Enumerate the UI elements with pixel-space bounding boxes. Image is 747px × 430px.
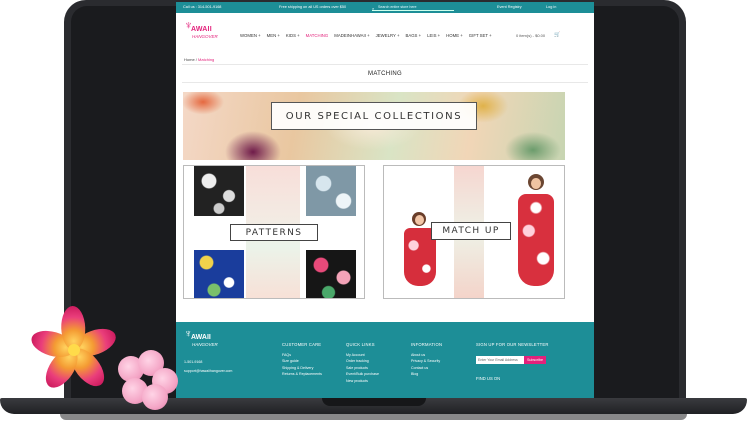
pattern-swatch-grey [306,166,356,216]
footer-link-account[interactable]: My Account [346,353,379,357]
nav-item-jewelry[interactable]: JEWELRY + [373,33,403,38]
pattern-swatch-blue [194,250,244,298]
nav-item-women[interactable]: WOMEN + [237,33,264,38]
page-title: MATCHING [368,71,402,77]
site-logo[interactable]: ♆ AWAII HANGOVER [184,19,220,43]
browser-screen: Call us : 314-501-9168 Free shipping on … [176,2,594,398]
footer-logo-word-1: AWAII [191,334,211,341]
footer-link-tracking[interactable]: Order tracking [346,359,379,363]
footer-logo-word-2: HANGOVER [192,342,218,347]
footer-link-privacy[interactable]: Privacy & Security [411,359,442,363]
main-nav: WOMEN + MEN + KIDS + MATCHING MADEINHAWA… [237,33,495,38]
quick-links-column: QUICK LINKS My Account Order tracking Sa… [346,342,379,385]
login-link[interactable]: Log in [546,5,556,9]
newsletter-email-input[interactable]: Enter Your Email Address [476,356,524,364]
footer-link-contact[interactable]: Contact us [411,366,442,370]
footer-link-sale[interactable]: Sale products [346,366,379,370]
nav-item-kids[interactable]: KIDS + [283,33,303,38]
banner-title: OUR SPECIAL COLLECTIONS [285,111,463,122]
nav-item-gift-set[interactable]: GIFT SET + [466,33,495,38]
match-up-collection-card[interactable]: MATCH UP [383,165,565,299]
column-title: QUICK LINKS [346,342,375,347]
nav-item-home[interactable]: HOME + [443,33,466,38]
banner-title-box: OUR SPECIAL COLLECTIONS [271,102,477,130]
search-placeholder: Search entire store here [378,5,417,9]
top-bar: Call us : 314-501-9168 Free shipping on … [176,2,594,13]
information-column: INFORMATION About us Privacy & Security … [411,342,442,379]
subscribe-button[interactable]: Subscribe [524,356,546,364]
nav-item-men[interactable]: MEN + [264,33,283,38]
footer-link-new[interactable]: New products [346,379,379,383]
footer-link-shipping[interactable]: Shipping & Delivery [282,366,322,370]
nav-item-matching[interactable]: MATCHING [303,33,332,38]
breadcrumb-current: Matching [198,57,215,62]
cart-summary[interactable]: 0 item(s) - $0.00 🛒 [516,32,560,38]
logo-word-1: AWAII [191,26,212,33]
nav-item-madeinhawaii[interactable]: MADEINHAWAII + [331,33,372,38]
site-footer: ♆ AWAII HANGOVER 1-501-9168 support@hawa… [176,322,594,398]
cart-label: 0 item(s) - $0.00 [516,33,546,38]
special-collections-banner[interactable]: OUR SPECIAL COLLECTIONS [183,92,565,160]
nav-item-leis[interactable]: LEIS + [424,33,443,38]
site-header: ♆ AWAII HANGOVER WOMEN + MEN + KIDS + MA… [176,13,594,51]
footer-link-bulk[interactable]: Event/Bulk purchase [346,372,379,376]
newsletter-title: SIGN UP FOR OUR NEWSLETTER [476,342,549,347]
divider [182,82,588,83]
footer-phone[interactable]: 1-501-9168 [184,360,202,364]
search-input[interactable]: ⌕ Search entire store here [372,4,454,11]
event-registry-link[interactable]: Event Registry [497,5,522,9]
footer-link-size-guide[interactable]: Size guide [282,359,322,363]
breadcrumb-home[interactable]: Home [184,57,195,62]
divider [182,64,588,65]
footer-email[interactable]: support@hawaiihangover.com [184,369,232,373]
logo-word-2: HANGOVER [192,34,218,39]
woman-model-image [512,174,558,298]
cart-icon[interactable]: 🛒 [554,32,560,38]
free-shipping-text: Free shipping on all US orders over $50 [279,5,347,9]
footer-link-returns[interactable]: Returns & Replacements [282,372,322,376]
patterns-collection-card[interactable]: PATTERNS [183,165,365,299]
column-title: CUSTOMER CARE [282,342,322,347]
pink-flower-decoration [112,348,182,414]
laptop-shadow [60,414,687,420]
patterns-label: PATTERNS [230,224,318,241]
breadcrumb: Home / Matching [184,57,214,62]
call-us-text: Call us : 314-501-9168 [183,5,222,9]
footer-link-faqs[interactable]: FAQs [282,353,322,357]
breadcrumb-separator: / [195,57,197,62]
pattern-swatch-black-floral [306,250,356,298]
newsletter-column: SIGN UP FOR OUR NEWSLETTER [476,342,549,353]
laptop-notch [322,398,426,406]
footer-link-blog[interactable]: Blog [411,372,442,376]
find-us-heading: FIND US ON [476,376,501,381]
match-up-label: MATCH UP [431,222,511,240]
search-icon[interactable]: ⌕ [372,5,374,12]
column-title: INFORMATION [411,342,443,347]
customer-care-column: CUSTOMER CARE FAQs Size guide Shipping &… [282,342,322,379]
pattern-swatch-black [194,166,244,216]
nav-item-bags[interactable]: BAGS + [402,33,424,38]
footer-link-about[interactable]: About us [411,353,442,357]
